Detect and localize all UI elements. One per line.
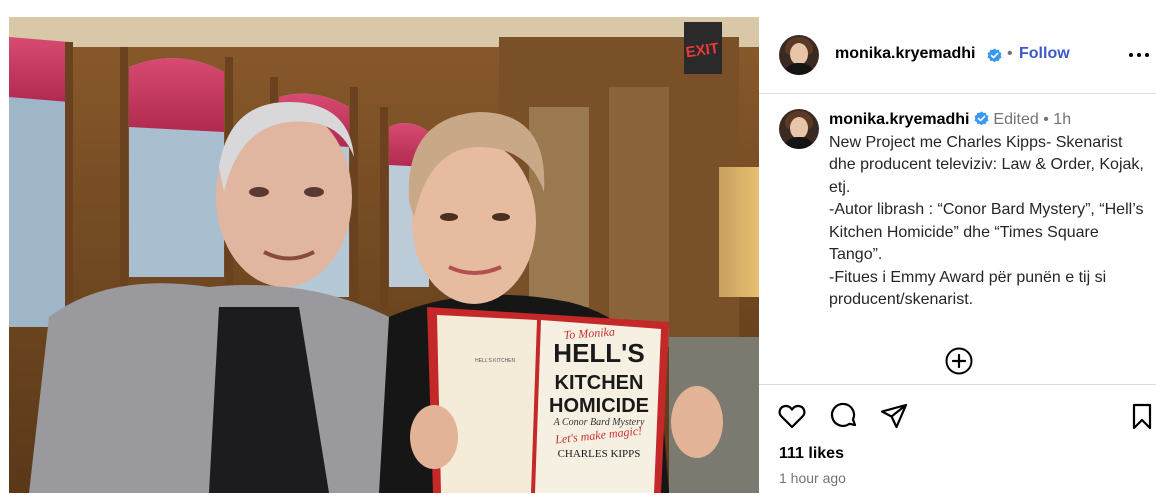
likes-count[interactable]: 111 likes: [779, 445, 844, 463]
bookmark-icon[interactable]: [1127, 401, 1156, 431]
post-photo[interactable]: EXIT HELL'S KITCHEN To Monika HELL'S KIT…: [9, 17, 759, 493]
caption-bullet: •: [1043, 111, 1049, 128]
verified-badge-icon: [974, 111, 989, 126]
post-sidebar: monika.kryemadhi • Follow monika.kryemad…: [759, 17, 1156, 495]
post-age[interactable]: 1h: [1053, 111, 1071, 128]
book: HELL'S KITCHEN To Monika HELL'S KITCHEN …: [427, 307, 669, 493]
post-caption: monika.kryemadhi Edited • 1h New Project…: [829, 109, 1149, 312]
avatar[interactable]: [779, 35, 819, 75]
book-title-line-3: HOMICIDE: [549, 395, 649, 417]
follow-button[interactable]: Follow: [1019, 45, 1070, 63]
caption-line: -Autor librash : “Conor Bard Mystery”, “…: [829, 201, 1144, 263]
edited-label: Edited: [993, 111, 1039, 128]
caption-avatar[interactable]: [779, 109, 819, 149]
post-photo-scene: EXIT HELL'S KITCHEN To Monika HELL'S KIT…: [9, 17, 759, 493]
caption-line: -Fitues i Emmy Award për punën e tij si …: [829, 268, 1107, 309]
separator-dot: •: [1007, 45, 1013, 62]
verified-badge-icon: [987, 48, 1002, 63]
author-username[interactable]: monika.kryemadhi: [835, 45, 976, 63]
post-header: monika.kryemadhi • Follow: [759, 17, 1156, 94]
caption-line: New Project me Charles Kipps- Skenarist …: [829, 133, 1144, 196]
send-icon[interactable]: [879, 401, 909, 431]
heart-icon[interactable]: [777, 401, 807, 431]
post-timestamp[interactable]: 1 hour ago: [779, 470, 846, 486]
action-bar: 111 likes 1 hour ago: [759, 384, 1156, 495]
plus-circle-icon[interactable]: [945, 347, 973, 375]
svg-text:HELL'S KITCHEN: HELL'S KITCHEN: [475, 358, 516, 364]
book-title-line-2: KITCHEN: [555, 372, 644, 394]
comment-icon[interactable]: [829, 401, 859, 431]
book-author: CHARLES KIPPS: [558, 448, 641, 460]
caption-username[interactable]: monika.kryemadhi: [829, 111, 970, 128]
book-title-line-1: HELL'S: [553, 338, 644, 368]
more-options-icon[interactable]: [1129, 53, 1151, 59]
